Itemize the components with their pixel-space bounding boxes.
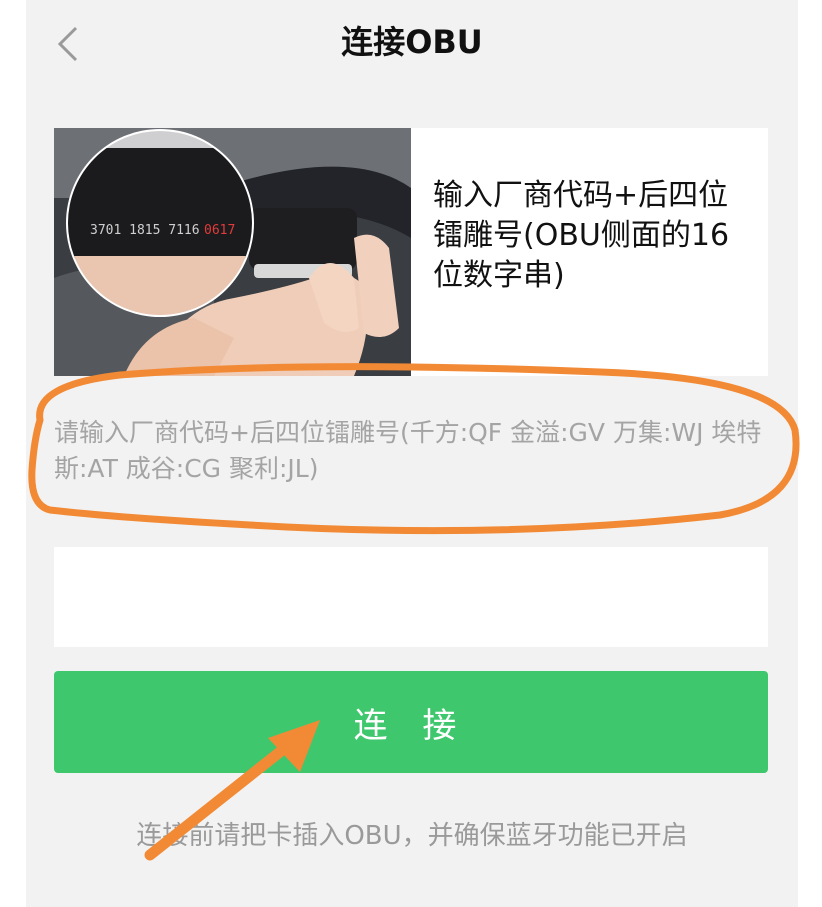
input-placeholder-hint: 请输入厂商代码+后四位镭雕号(千方:QF 金溢:GV 万集:WJ 埃特斯:AT … [54, 418, 762, 483]
obu-photo: 3701 1815 7116 0617 [54, 128, 411, 376]
footer-note: 连接前请把卡插入OBU，并确保蓝牙功能已开启 [136, 821, 688, 851]
obu-connect-screen: 连接OBU 3701 1815 7116 0617 输入厂商代码+后四位镭雕号(… [26, 0, 798, 907]
instruction-card: 3701 1815 7116 0617 输入厂商代码+后四位镭雕号(OBU侧面的… [54, 128, 768, 376]
connect-button[interactable]: 连 接 [54, 671, 768, 773]
obu-code-input[interactable] [54, 547, 768, 647]
navigation-bar: 连接OBU [26, 0, 798, 90]
svg-text:0617: 0617 [204, 223, 235, 238]
instruction-text: 输入厂商代码+后四位镭雕号(OBU侧面的16位数字串) [433, 178, 730, 293]
svg-text:3701 1815 7116: 3701 1815 7116 [90, 223, 200, 238]
page-title: 连接OBU [341, 23, 483, 61]
